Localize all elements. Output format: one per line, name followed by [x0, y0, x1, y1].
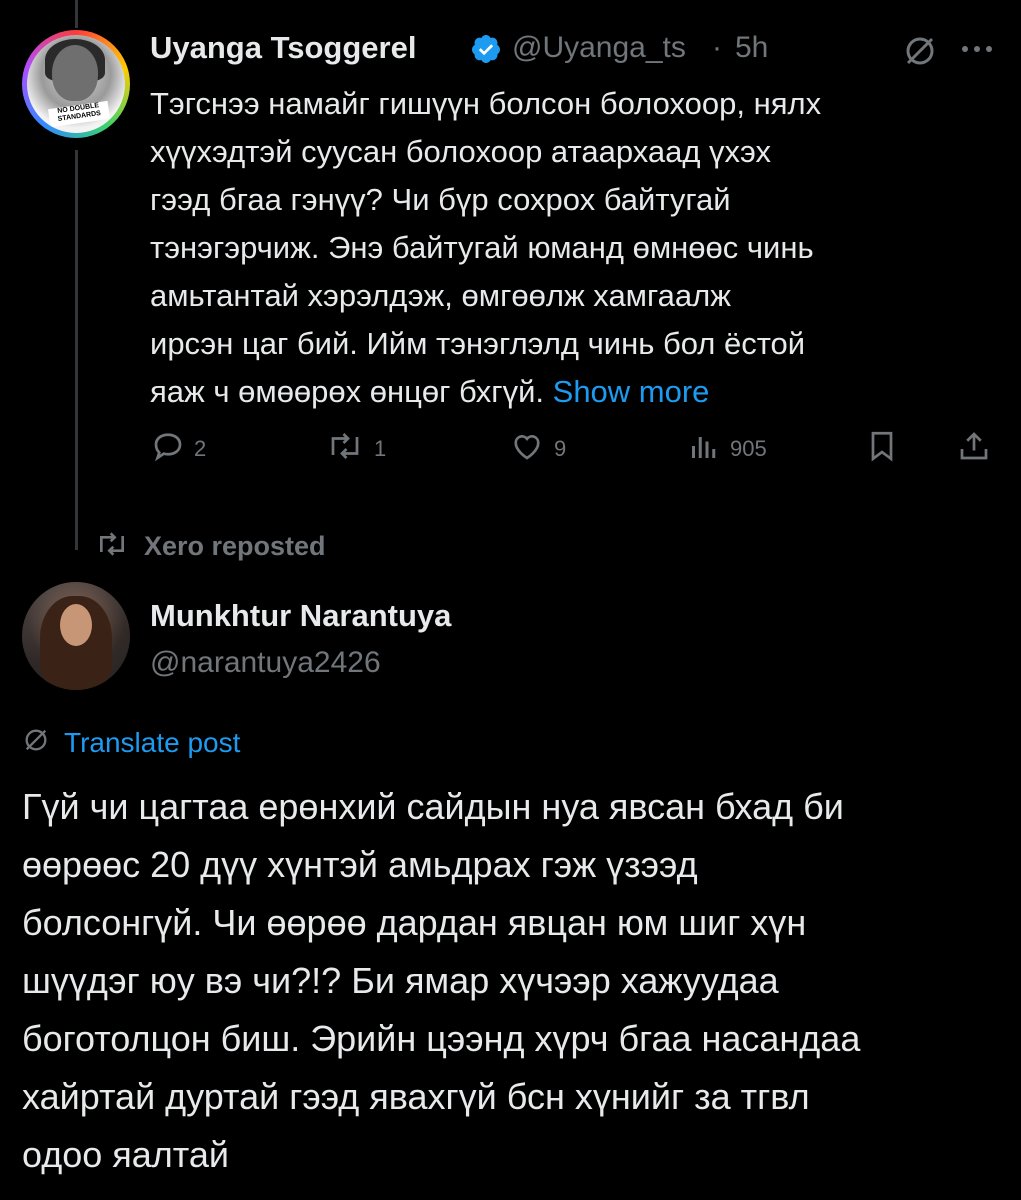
translate-label: Translate post	[64, 726, 241, 758]
repost-button[interactable]: 1	[324, 428, 386, 470]
author-handle[interactable]: @narantuya2426	[150, 646, 381, 680]
views-button[interactable]: 905	[686, 428, 767, 470]
tweet-line: шүүдэг юу вэ чи?!? Би ямар хүчээр хажууд…	[22, 960, 779, 1001]
like-count: 9	[554, 436, 567, 461]
tweet-line: Тэгснээ намайг гишүүн болсон болохоор, н…	[150, 86, 822, 121]
show-more-link[interactable]: Show more	[553, 374, 710, 409]
timestamp[interactable]: 5h	[735, 31, 768, 65]
views-icon	[686, 428, 722, 470]
avatar[interactable]	[22, 582, 130, 690]
thread-line	[75, 150, 78, 550]
tweet-line: амьтантай хэрэлдэж, өмгөөлж хамгаалж	[150, 278, 731, 313]
tweet-line: одоо яалтай	[22, 1134, 230, 1175]
tweet-line: яаж ч өмөөрөх өнцөг бхгүй.	[150, 374, 545, 409]
like-button[interactable]: 9	[508, 428, 566, 470]
avatar-badge: NO DOUBLE STANDARDS	[48, 100, 110, 128]
tweet-line: өөрөөс 20 дүү хүнтэй амьдрах гэж үзээд	[22, 844, 698, 885]
thread-line-top	[75, 0, 78, 28]
tweet-line: хүүхэдтэй суусан болохоор атаархаад үхэх	[150, 134, 772, 169]
like-icon	[508, 428, 546, 470]
repost-header[interactable]: Xero reposted	[92, 528, 326, 565]
tweet-text: Тэгснээ намайг гишүүн болсон болохоор, н…	[150, 80, 1010, 416]
avatar[interactable]: NO DOUBLE STANDARDS	[22, 30, 130, 138]
translate-button[interactable]: Translate post	[22, 726, 240, 759]
author-name[interactable]: Uyanga Tsoggerel	[150, 30, 416, 66]
tweet-line: Гүй чи цагтаа ерөнхий сайдын нуа явсан б…	[22, 786, 844, 827]
separator: ·	[712, 31, 722, 64]
tweet-line: гээд бгаа гэнүү? Чи бүр сохрох байтугай	[150, 182, 731, 217]
share-icon[interactable]	[956, 428, 992, 464]
repost-icon	[92, 528, 132, 565]
verified-icon	[470, 33, 502, 65]
grok-icon[interactable]	[902, 33, 938, 69]
tweet-line: ирсэн цаг бий. Ийм тэнэглэлд чинь бол ёс…	[150, 326, 806, 361]
more-icon[interactable]	[957, 37, 997, 61]
tweet-line: хайртай дуртай гээд явахгүй бсн хүнийг з…	[22, 1076, 810, 1117]
reply-icon	[150, 428, 186, 470]
translate-icon	[22, 726, 50, 759]
author-handle[interactable]: @Uyanga_ts	[512, 31, 686, 65]
tweet-text: Гүй чи цагтаа ерөнхий сайдын нуа явсан б…	[22, 778, 1012, 1184]
views-count: 905	[730, 436, 767, 461]
repost-label: Xero reposted	[144, 531, 326, 561]
author-name[interactable]: Munkhtur Narantuya	[150, 598, 451, 634]
reply-count: 2	[194, 436, 207, 461]
tweet-line: боготолцон биш. Эрийн цээнд хүрч бгаа на…	[22, 1018, 861, 1059]
reply-button[interactable]: 2	[150, 428, 206, 470]
bookmark-icon[interactable]	[864, 428, 900, 464]
repost-icon	[324, 428, 366, 470]
tweet-line: тэнэгэрчиж. Энэ байтугай юманд өмнөөс чи…	[150, 230, 814, 265]
tweet-line: болсонгүй. Чи өөрөө дардан явцан юм шиг …	[22, 902, 807, 943]
repost-count: 1	[374, 436, 387, 461]
